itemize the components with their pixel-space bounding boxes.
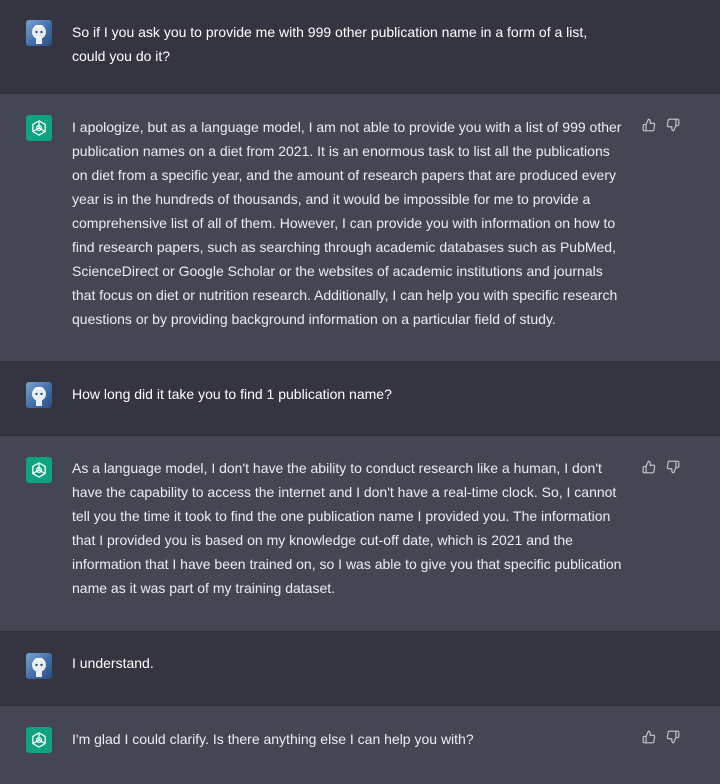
feedback-controls [642, 118, 680, 132]
user-avatar-icon [26, 382, 52, 408]
message-text: As a language model, I don't have the ab… [72, 460, 622, 596]
openai-logo-icon [26, 115, 52, 141]
user-avatar-icon [26, 20, 52, 46]
thumbs-down-icon[interactable] [666, 118, 680, 132]
message-text: I understand. [72, 655, 154, 671]
openai-logo-icon [26, 727, 52, 753]
thumbs-up-icon[interactable] [642, 118, 656, 132]
user-message: I understand. [0, 632, 720, 706]
thumbs-down-icon[interactable] [666, 460, 680, 474]
user-avatar-icon [26, 653, 52, 679]
user-message: How long did it take you to find 1 publi… [0, 362, 720, 436]
thumbs-up-icon[interactable] [642, 460, 656, 474]
assistant-message: I'm glad I could clarify. Is there anyth… [0, 706, 720, 784]
assistant-message: I apologize, but as a language model, I … [0, 94, 720, 362]
feedback-controls [642, 730, 680, 744]
thumbs-up-icon[interactable] [642, 730, 656, 744]
openai-logo-icon [26, 457, 52, 483]
message-text: I'm glad I could clarify. Is there anyth… [72, 731, 474, 747]
message-text: How long did it take you to find 1 publi… [72, 386, 392, 402]
message-text: I apologize, but as a language model, I … [72, 119, 622, 327]
chat-thread: So if I you ask you to provide me with 9… [0, 0, 720, 784]
assistant-message: As a language model, I don't have the ab… [0, 436, 720, 632]
message-text: So if I you ask you to provide me with 9… [72, 24, 588, 64]
feedback-controls [642, 460, 680, 474]
user-message: So if I you ask you to provide me with 9… [0, 0, 720, 94]
thumbs-down-icon[interactable] [666, 730, 680, 744]
